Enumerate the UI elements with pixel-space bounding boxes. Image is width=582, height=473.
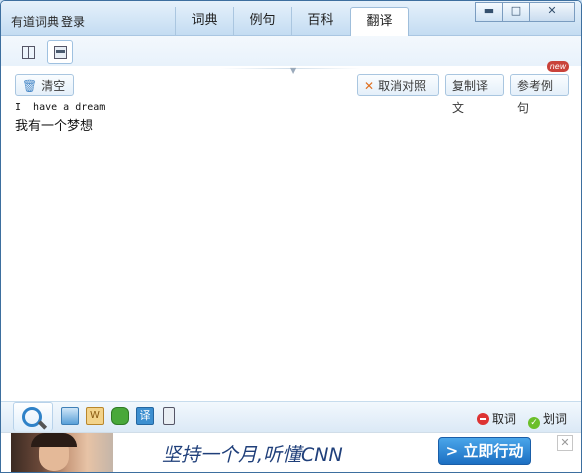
tab-encyclopedia[interactable]: 百科 xyxy=(291,7,349,35)
translate-tool-button[interactable]: 译 xyxy=(135,406,155,426)
tab-examples[interactable]: 例句 xyxy=(233,7,291,35)
search-button[interactable] xyxy=(13,402,53,431)
wordbook-button[interactable] xyxy=(60,406,80,426)
ad-photo-hair xyxy=(31,433,77,447)
select-word-toggle[interactable]: ✓ 划词 xyxy=(528,410,567,429)
minimize-icon: ▬ xyxy=(483,4,495,17)
w-icon: W xyxy=(86,407,104,425)
source-text: I have a dream xyxy=(15,102,106,113)
cancel-align-button[interactable]: ✕ 取消对照 xyxy=(357,74,439,96)
maximize-icon: □ xyxy=(510,4,522,17)
close-icon: ✕ xyxy=(547,4,557,17)
copy-translation-button[interactable]: 复制译文 xyxy=(445,74,504,115)
ad-close-icon[interactable]: ✕ xyxy=(557,435,573,451)
close-window-button[interactable]: ✕ xyxy=(529,2,575,22)
maximize-button[interactable]: □ xyxy=(502,2,530,22)
split-view-button[interactable] xyxy=(15,40,41,64)
collapse-arrow-icon[interactable]: ▼ xyxy=(290,66,296,75)
puzzle-button[interactable] xyxy=(110,406,130,426)
phone-icon xyxy=(163,407,175,425)
translation-area[interactable]: I have a dream 我有一个梦想 xyxy=(15,102,105,134)
main-window: 有道词典 登录 词典 例句 百科 翻译 ▬ □ ✕ ▼ 🗑 清空 ✕ 取消对照 复制译… xyxy=(0,0,582,473)
translated-text: 我有一个梦想 xyxy=(15,119,94,134)
cancel-align-icon: ✕ xyxy=(364,79,375,93)
puzzle-icon xyxy=(111,407,129,425)
tab-translate[interactable]: 翻译 xyxy=(350,7,409,37)
lookup-word-label: 取词 xyxy=(492,412,517,426)
new-badge: new xyxy=(547,61,569,72)
trash-icon: 🗑 xyxy=(22,79,38,93)
bottom-bar: W 译 取词 ✓ 划词 xyxy=(1,401,581,432)
wordbook-icon xyxy=(61,407,79,425)
magnifier-icon xyxy=(22,407,42,427)
clear-button[interactable]: 🗑 清空 xyxy=(15,74,74,96)
stacked-view-button[interactable] xyxy=(47,40,73,64)
translate-icon: 译 xyxy=(136,407,154,425)
login-link[interactable]: 登录 xyxy=(61,15,85,29)
word-button[interactable]: W xyxy=(85,406,105,426)
title-bar: 有道词典 登录 词典 例句 百科 翻译 ▬ □ ✕ xyxy=(1,1,581,37)
mobile-button[interactable] xyxy=(160,406,180,426)
minimize-button[interactable]: ▬ xyxy=(475,2,503,22)
ad-cta-button[interactable]: > 立即行动 xyxy=(438,437,531,465)
cancel-align-label: 取消对照 xyxy=(378,79,427,93)
ad-banner[interactable]: 坚持一个月,听懂CNN > 立即行动 ✕ xyxy=(1,432,581,472)
app-name: 有道词典 xyxy=(11,15,60,29)
split-view-icon xyxy=(22,46,35,59)
stacked-view-icon xyxy=(54,46,67,59)
ad-photo xyxy=(11,433,113,472)
check-icon: ✓ xyxy=(528,417,540,429)
select-word-label: 划词 xyxy=(543,412,568,426)
clear-label: 清空 xyxy=(41,79,66,93)
lookup-word-toggle[interactable]: 取词 xyxy=(477,410,516,427)
app-title: 有道词典 登录 xyxy=(11,13,85,30)
tab-dictionary[interactable]: 词典 xyxy=(175,7,233,35)
reference-examples-button[interactable]: 参考例句 xyxy=(510,74,569,115)
ad-headline: 坚持一个月,听懂CNN xyxy=(162,444,343,466)
view-toolbar: ▼ xyxy=(1,36,581,75)
stop-icon xyxy=(477,413,489,425)
